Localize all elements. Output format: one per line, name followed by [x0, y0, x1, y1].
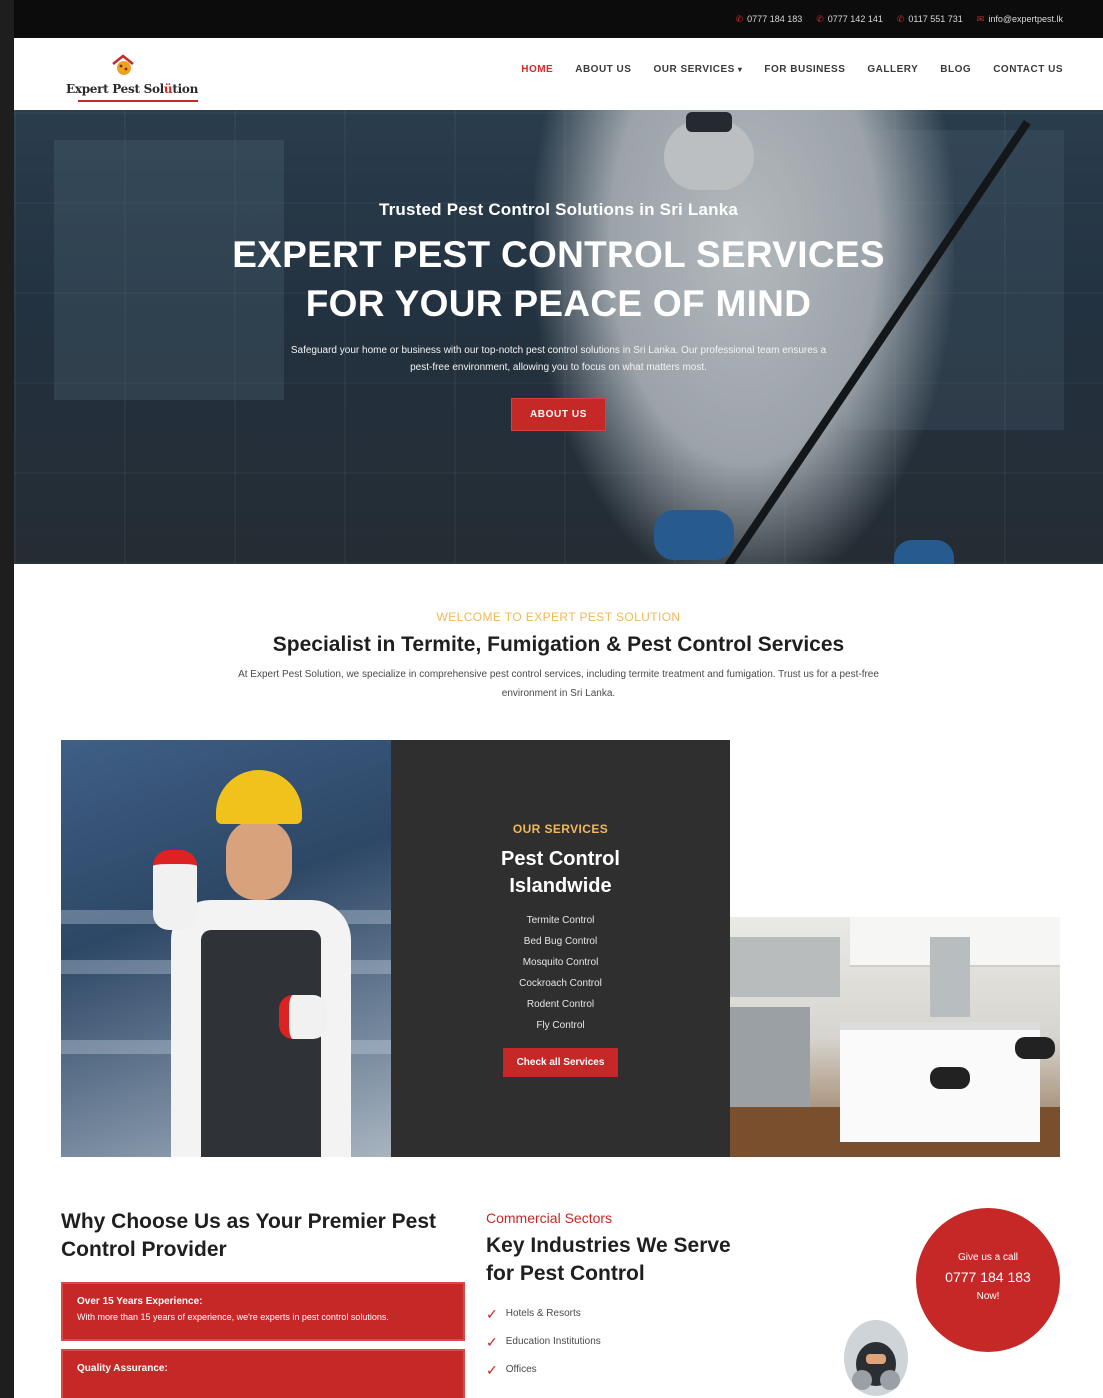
industries-heading: Key Industries We Serve for Pest Control	[486, 1234, 731, 1285]
industries-list: ✓ Hotels & Resorts ✓ Education Institution…	[486, 1300, 746, 1384]
worker-photo	[61, 740, 391, 1157]
service-item[interactable]: Bed Bug Control	[391, 931, 730, 952]
hero-banner: Trusted Pest Control Solutions in Sri La…	[14, 110, 1103, 564]
kitchen-fridge	[930, 937, 970, 1017]
phone-icon: ✆	[896, 13, 905, 24]
worker-face	[226, 820, 292, 900]
service-item[interactable]: Cockroach Control	[391, 973, 730, 994]
services-panel: OUR SERVICES Pest Control Islandwide Ter…	[391, 740, 730, 1157]
nav-our-services-label: OUR SERVICES	[653, 64, 735, 75]
welcome-eyebrow: WELCOME TO EXPERT PEST SOLUTION	[436, 610, 681, 624]
why-card: Quality Assurance:	[61, 1349, 465, 1398]
hero-subtitle: Trusted Pest Control Solutions in Sri La…	[378, 200, 739, 219]
nav-blog[interactable]: BLOG	[940, 64, 971, 75]
call-us-line3: Now!	[976, 1291, 1000, 1302]
top-contact-bar: ✆ 0777 184 183 ✆ 0777 142 141 ✆ 0117 551…	[14, 0, 1103, 38]
industry-item: ✓ Offices	[486, 1356, 746, 1384]
welcome-heading: Specialist in Termite, Fumigation & Pest…	[272, 633, 845, 656]
hero-description: Safeguard your home or business with our…	[290, 345, 827, 373]
pest-technician-illustration	[844, 1320, 908, 1396]
check-all-services-button[interactable]: Check all Services	[502, 1048, 619, 1077]
logo-name-part1: Expert Pest Sol	[66, 82, 164, 96]
industries-eyebrow: Commercial Sectors	[486, 1210, 613, 1226]
chevron-down-icon: ▾	[737, 65, 743, 74]
service-item[interactable]: Mosquito Control	[391, 952, 730, 973]
contact-phone-1[interactable]: ✆ 0777 184 183	[736, 14, 803, 25]
contact-phone-3[interactable]: ✆ 0117 551 731	[897, 14, 963, 25]
industry-item: ✓ Education Institutions	[486, 1328, 746, 1356]
services-title-line2: Islandwide	[509, 875, 612, 897]
contact-phone-1-text: 0777 184 183	[747, 14, 803, 24]
welcome-section: WELCOME TO EXPERT PEST SOLUTION Speciali…	[14, 610, 1103, 703]
nav-contact-us[interactable]: CONTACT US	[993, 64, 1063, 75]
check-circle-icon: ✓	[486, 1334, 498, 1350]
nav-about-us[interactable]: ABOUT US	[575, 64, 631, 75]
site-logo[interactable]: Expert Pest Solütion	[64, 46, 214, 102]
contact-email[interactable]: ✉ info@expertpest.lk	[977, 14, 1063, 25]
email-icon: ✉	[976, 13, 985, 24]
phone-icon: ✆	[735, 13, 744, 24]
kitchen-backsplash	[730, 937, 840, 997]
bar-stool	[1015, 1037, 1055, 1059]
worker-overalls	[201, 930, 321, 1157]
logo-name-part2: tion	[172, 82, 198, 96]
kitchen-photo	[730, 917, 1060, 1157]
industry-item: ✓ Hotels & Resorts	[486, 1300, 746, 1328]
nav-for-business[interactable]: FOR BUSINESS	[764, 64, 845, 75]
welcome-description: At Expert Pest Solution, we specialize i…	[238, 669, 879, 699]
bar-stool	[930, 1067, 970, 1089]
hero-title: EXPERT PEST CONTROL SERVICES FOR YOUR PE…	[232, 234, 885, 324]
logo-wordmark: Expert Pest Solütion	[66, 82, 198, 96]
page-frame: ✆ 0777 184 183 ✆ 0777 142 141 ✆ 0117 551…	[14, 0, 1103, 1398]
logo-underline	[78, 100, 198, 102]
services-title-line1: Pest Control	[501, 848, 620, 870]
contact-phone-2[interactable]: ✆ 0777 142 141	[816, 14, 883, 25]
contact-email-text: info@expertpest.lk	[988, 14, 1063, 24]
why-card-title: Over 15 Years Experience:	[77, 1296, 203, 1307]
contact-phone-3-text: 0117 551 731	[908, 14, 963, 24]
worker-glove	[279, 995, 327, 1039]
contact-phone-2-text: 0777 142 141	[827, 14, 883, 24]
why-card-description: With more than 15 years of experience, w…	[77, 1312, 389, 1322]
why-card: Over 15 Years Experience: With more than…	[61, 1282, 465, 1341]
call-us-badge[interactable]: Give us a call 0777 184 183 Now!	[916, 1208, 1060, 1352]
service-item[interactable]: Termite Control	[391, 910, 730, 931]
services-title: Pest Control Islandwide	[391, 846, 730, 900]
pest-logo-icon	[112, 54, 134, 75]
services-list: Termite Control Bed Bug Control Mosquito…	[391, 910, 730, 1036]
about-us-button[interactable]: ABOUT US	[510, 398, 607, 431]
site-header: Expert Pest Solütion HOME ABOUT US OUR S…	[14, 38, 1103, 110]
why-heading: Why Choose Us as Your Premier Pest Contr…	[61, 1210, 437, 1261]
industry-label: Offices	[505, 1364, 537, 1375]
main-nav: HOME ABOUT US OUR SERVICES ▾ FOR BUSINESS…	[521, 64, 1063, 75]
check-circle-icon: ✓	[486, 1306, 498, 1322]
call-us-line1: Give us a call	[957, 1252, 1019, 1263]
nav-gallery[interactable]: GALLERY	[867, 64, 918, 75]
kitchen-stove	[730, 1007, 810, 1107]
call-us-number: 0777 184 183	[945, 1269, 1031, 1285]
service-item[interactable]: Fly Control	[391, 1015, 730, 1036]
industry-label: Hotels & Resorts	[505, 1308, 581, 1319]
why-card-title: Quality Assurance:	[77, 1363, 168, 1374]
nav-our-services[interactable]: OUR SERVICES ▾	[653, 64, 742, 75]
nav-home[interactable]: HOME	[521, 64, 553, 75]
services-eyebrow: OUR SERVICES	[512, 822, 609, 836]
hard-hat	[216, 770, 302, 824]
industries-section: Commercial Sectors Key Industries We Ser…	[486, 1210, 746, 1384]
service-item[interactable]: Rodent Control	[391, 994, 730, 1015]
thumbs-up-glove	[153, 850, 197, 930]
check-circle-icon: ✓	[486, 1362, 498, 1378]
industry-label: Education Institutions	[505, 1336, 601, 1347]
why-choose-us: Why Choose Us as Your Premier Pest Contr…	[61, 1208, 471, 1398]
hero-content: Trusted Pest Control Solutions in Sri La…	[14, 200, 1103, 431]
phone-icon: ✆	[816, 13, 824, 24]
